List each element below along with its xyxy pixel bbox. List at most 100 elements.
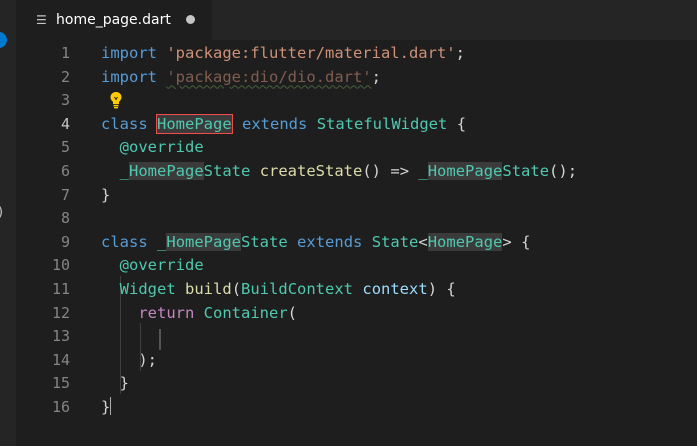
tab-home-page-dart[interactable]: ☰ home_page.dart [16, 0, 212, 40]
override-annotation: @override [119, 138, 204, 157]
arrow: => [390, 162, 410, 180]
code-line: 13 [16, 325, 697, 349]
generic-close: > [502, 232, 512, 251]
override-annotation: @override [119, 256, 204, 275]
code-line: 9 class _HomePageState extends State<Hom… [16, 231, 697, 255]
method-name: createState [259, 162, 363, 180]
homepage-occurrence[interactable]: HomePage [166, 232, 242, 251]
paren-open: ( [231, 280, 242, 298]
keyword-import: import [101, 44, 157, 62]
import-path-string: 'package:flutter/material.dart' [166, 44, 456, 62]
underscore-prefix: _ [418, 162, 428, 180]
code-line: 14 ); [16, 349, 697, 373]
notification-badge[interactable] [0, 32, 7, 48]
code-line: 4 class HomePage extends StatefulWidget … [16, 113, 697, 137]
code-line: 11 Widget build(BuildContext context) { [16, 278, 697, 302]
line-number: 16 [51, 398, 70, 416]
underscore-prefix: _ [119, 162, 130, 180]
line-number: 14 [51, 350, 70, 369]
class-name-homepage[interactable]: HomePage [156, 113, 233, 134]
text-caret [110, 397, 112, 415]
semicolon: ; [455, 44, 465, 62]
state-suffix: State [241, 232, 288, 251]
keyword-return: return [138, 303, 195, 322]
code-text[interactable]: @override [101, 254, 204, 278]
code-line: 1 import 'package:flutter/material.dart'… [16, 42, 697, 66]
close-brace: } [119, 374, 130, 393]
code-line: 6 _HomePageState createState() => _HomeP… [16, 160, 697, 184]
code-text[interactable]: ); [101, 349, 157, 373]
tab-bar: ☰ home_page.dart [16, 0, 697, 40]
line-number: 3 [60, 91, 70, 110]
code-text[interactable]: } [101, 372, 129, 396]
code-line: 15 } [16, 372, 697, 396]
paren-close: ) [427, 280, 438, 298]
line-number: 4 [60, 114, 70, 133]
base-type: State [371, 232, 419, 251]
call-end: (); [549, 162, 578, 180]
line-number: 8 [60, 209, 70, 228]
code-text[interactable]: Widget build(BuildContext context) { [101, 278, 456, 302]
homepage-occurrence[interactable]: HomePage [427, 232, 503, 251]
code-line: 5 @override [16, 136, 697, 160]
line-number: 7 [60, 185, 70, 204]
code-text[interactable]: @override [101, 136, 204, 160]
param-name: context [362, 280, 428, 298]
paren-open: ( [287, 303, 298, 322]
semicolon: ; [371, 67, 381, 86]
parens: () [362, 162, 382, 180]
method-name: build [185, 280, 232, 298]
code-text[interactable]: return Container( [101, 302, 297, 326]
code-text[interactable]: } [101, 184, 110, 208]
code-line: 3 [16, 89, 697, 113]
activity-strip: ) [0, 0, 16, 446]
code-text[interactable]: import 'package:dio/dio.dart'; [101, 66, 381, 90]
open-brace: { [446, 280, 456, 298]
open-brace: { [456, 114, 467, 133]
editor-window: ) ☰ home_page.dart 1 import 'package:flu… [0, 0, 697, 446]
unused-import-string[interactable]: 'package:dio/dio.dart' [166, 68, 371, 86]
keyword-class: class [101, 114, 148, 133]
code-text[interactable]: } [101, 396, 112, 420]
keyword-class: class [101, 232, 148, 251]
base-type: StatefulWidget [316, 114, 448, 133]
underscore-prefix: _ [157, 232, 167, 251]
code-text[interactable]: class _HomePageState extends State<HomeP… [101, 231, 530, 255]
panel-edge-glyph: ) [0, 205, 3, 220]
call-end: ); [138, 350, 157, 369]
unsaved-dot-icon[interactable] [186, 15, 195, 24]
text-caret [231, 113, 233, 132]
line-number: 13 [51, 327, 70, 346]
code-line: 12 return Container( [16, 302, 697, 326]
homepage-occurrence[interactable]: HomePage [129, 162, 204, 180]
code-text[interactable]: import 'package:flutter/material.dart'; [101, 42, 465, 66]
keyword-import: import [101, 67, 157, 86]
code-line: 16 } [16, 396, 697, 420]
close-brace: } [101, 398, 111, 416]
open-brace: { [521, 232, 531, 251]
generic-open: < [418, 232, 428, 251]
code-text[interactable]: _HomePageState createState() => _HomePag… [101, 160, 577, 184]
code-line: 7 } [16, 184, 697, 208]
state-suffix: State [203, 162, 251, 180]
code-text[interactable]: class HomePage extends StatefulWidget { [101, 113, 466, 137]
line-number: 12 [51, 303, 70, 322]
code-editor[interactable]: 1 import 'package:flutter/material.dart'… [16, 40, 697, 446]
code-line: 8 [16, 207, 697, 231]
code-line: 10 @override [16, 254, 697, 278]
state-suffix: State [502, 162, 550, 180]
line-number: 2 [60, 67, 70, 86]
line-number: 6 [60, 162, 70, 180]
param-type: BuildContext [241, 280, 354, 298]
close-brace: } [101, 185, 111, 204]
return-type: Widget [119, 280, 176, 298]
line-number: 10 [51, 256, 70, 275]
homepage-occurrence[interactable]: HomePage [427, 162, 503, 180]
widget-type: Container [203, 303, 288, 322]
line-number: 5 [60, 138, 70, 157]
tab-title: home_page.dart [56, 12, 171, 28]
code-line: 2 import 'package:dio/dio.dart'; [16, 66, 697, 90]
keyword-extends: extends [297, 232, 363, 251]
keyword-extends: extends [242, 114, 308, 133]
line-number: 1 [60, 44, 70, 62]
